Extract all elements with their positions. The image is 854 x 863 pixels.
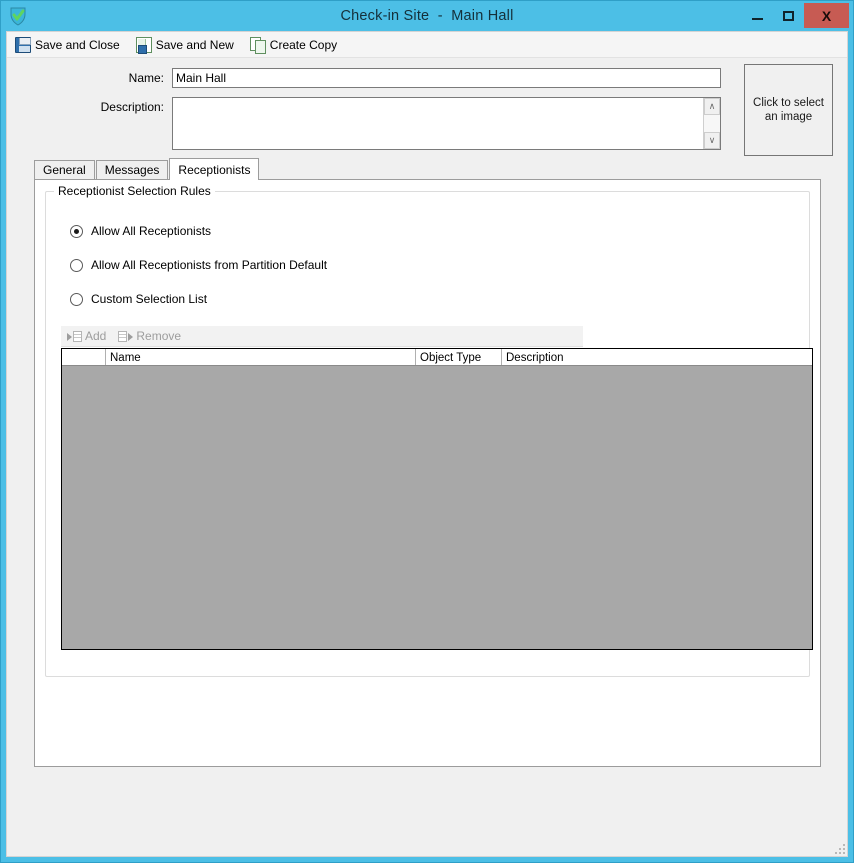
tab-messages[interactable]: Messages — [95, 160, 169, 179]
radio-custom-selection-list[interactable]: Custom Selection List — [70, 292, 809, 306]
application-window: Check-in Site - Main Hall X Save and Clo… — [0, 0, 854, 863]
description-field-row: Description: ∧ ∨ — [7, 97, 847, 150]
radio-label: Allow All Receptionists from Partition D… — [91, 258, 328, 272]
radio-allow-all-receptionists[interactable]: Allow All Receptionists — [70, 224, 809, 238]
document-save-icon — [135, 36, 152, 54]
create-copy-label: Create Copy — [269, 37, 338, 52]
scroll-down-button[interactable]: ∨ — [704, 132, 720, 149]
grid-column-name[interactable]: Name — [106, 349, 416, 365]
save-and-close-button[interactable]: Save and Close — [13, 36, 122, 54]
description-input-wrapper: ∧ ∨ — [172, 97, 721, 150]
name-input[interactable] — [172, 68, 721, 88]
grid-column-object-type[interactable]: Object Type — [416, 349, 502, 365]
receptionists-grid[interactable]: Name Object Type Description — [61, 348, 813, 650]
scrollbar-track[interactable] — [704, 115, 720, 132]
close-button[interactable]: X — [804, 3, 849, 28]
description-input[interactable] — [173, 98, 703, 149]
command-toolbar: Save and Close Save and New Create Copy — [7, 32, 847, 58]
description-label: Description: — [100, 100, 164, 114]
image-picker-line2: an image — [764, 111, 813, 123]
save-and-new-label: Save and New — [155, 37, 234, 52]
client-area: Save and Close Save and New Create Copy … — [6, 31, 848, 857]
create-copy-button[interactable]: Create Copy — [248, 36, 339, 54]
maximize-icon — [783, 10, 794, 21]
title-bar[interactable]: Check-in Site - Main Hall X — [1, 1, 853, 31]
image-picker[interactable]: Click to select an image — [744, 64, 833, 156]
name-field-row: Name: — [7, 68, 847, 88]
save-and-close-label: Save and Close — [35, 37, 120, 52]
radio-indicator[interactable] — [70, 258, 83, 272]
image-picker-text: Click to select an image — [753, 96, 824, 124]
add-button[interactable]: Add — [67, 329, 106, 343]
description-scrollbar[interactable]: ∧ ∨ — [703, 98, 720, 149]
radio-label: Custom Selection List — [91, 292, 208, 306]
list-toolbar: Add Remove — [61, 326, 583, 347]
add-label: Add — [85, 329, 107, 343]
remove-label: Remove — [136, 329, 182, 343]
radio-allow-all-from-partition-default[interactable]: Allow All Receptionists from Partition D… — [70, 258, 809, 272]
tab-general[interactable]: General — [34, 160, 95, 179]
receptionist-selection-rules-group: Receptionist Selection Rules Allow All R… — [45, 184, 813, 677]
save-and-new-button[interactable]: Save and New — [134, 36, 236, 54]
radio-label: Allow All Receptionists — [91, 224, 212, 238]
grid-column-description[interactable]: Description — [502, 349, 812, 365]
grid-column-select[interactable] — [62, 349, 106, 365]
grid-body[interactable] — [62, 366, 812, 649]
name-label: Name: — [128, 71, 164, 85]
tab-receptionists[interactable]: Receptionists — [169, 158, 260, 180]
radio-indicator[interactable] — [70, 292, 83, 306]
minimize-button[interactable] — [742, 3, 773, 28]
floppy-disk-icon — [15, 36, 31, 53]
image-picker-line1: Click to select — [753, 97, 824, 109]
window-title: Check-in Site - Main Hall — [340, 8, 514, 24]
grid-header-row: Name Object Type Description — [62, 349, 812, 366]
header-form: Name: Description: ∧ ∨ Click to select — [7, 58, 847, 156]
minimize-icon — [752, 17, 763, 20]
copy-pages-icon — [249, 36, 266, 54]
groupbox-title: Receptionist Selection Rules — [54, 184, 215, 198]
tab-strip: General Messages Receptionists — [34, 158, 847, 180]
scroll-up-button[interactable]: ∧ — [704, 98, 720, 115]
remove-from-list-icon — [118, 330, 134, 343]
radio-indicator[interactable] — [70, 224, 83, 238]
remove-button[interactable]: Remove — [118, 329, 181, 343]
tab-panel-receptionists: Receptionist Selection Rules Allow All R… — [34, 179, 821, 767]
add-to-list-icon — [67, 330, 82, 343]
resize-grip[interactable] — [832, 841, 845, 854]
window-controls: X — [742, 3, 849, 28]
maximize-button[interactable] — [773, 3, 804, 28]
